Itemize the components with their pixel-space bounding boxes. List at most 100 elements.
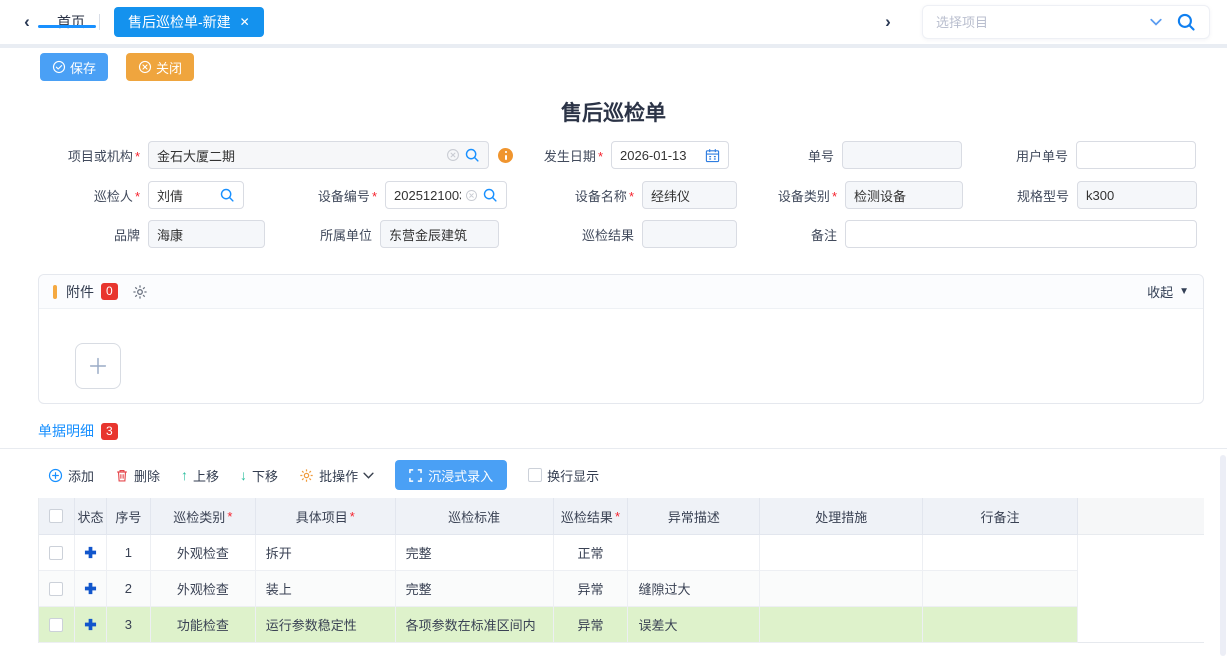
cell-seq[interactable]: 3	[107, 607, 151, 643]
remark-input[interactable]	[854, 227, 1188, 242]
clear-icon[interactable]	[465, 189, 478, 202]
close-button[interactable]: 关闭	[126, 53, 194, 81]
brand-input[interactable]	[157, 227, 256, 242]
inspect-result-input[interactable]	[651, 227, 728, 242]
forward-chevron-icon[interactable]: ›	[878, 12, 898, 32]
x-circle-icon	[138, 60, 152, 74]
info-icon[interactable]	[498, 148, 513, 163]
cell-category[interactable]: 功能检查	[151, 607, 256, 643]
cell-item[interactable]: 拆开	[256, 535, 396, 571]
attachments-header: 附件 0 收起 ▼	[39, 275, 1203, 309]
cell-category[interactable]: 外观检查	[151, 535, 256, 571]
spec-model-label: 规格型号	[963, 186, 1077, 205]
cell-measure[interactable]	[760, 607, 923, 643]
device-no-input[interactable]	[394, 188, 461, 203]
row-checkbox[interactable]	[49, 582, 63, 596]
save-button-label: 保存	[70, 58, 96, 77]
form-row-2: 巡检人* 设备编号* 设备名称* 设备类别* 规格型号	[38, 181, 1197, 209]
col-header-status: 状态	[75, 498, 107, 535]
wrap-display-checkbox[interactable]	[528, 468, 542, 482]
save-button[interactable]: 保存	[40, 53, 108, 81]
cell-abnormal[interactable]	[628, 535, 760, 571]
select-all-checkbox[interactable]	[49, 509, 63, 523]
cell-seq[interactable]: 1	[107, 535, 151, 571]
cell-item[interactable]: 运行参数稳定性	[256, 607, 396, 643]
cell-standard[interactable]: 完整	[396, 535, 554, 571]
detail-tab-bar	[0, 421, 1227, 449]
cell-abnormal[interactable]: 缝隙过大	[628, 571, 760, 607]
project-input[interactable]	[157, 148, 442, 163]
clear-icon[interactable]	[446, 148, 460, 162]
batch-operation-button[interactable]: 批操作	[299, 466, 374, 485]
arrow-up-icon: ↑	[181, 467, 188, 483]
vertical-scrollbar[interactable]	[1220, 455, 1226, 656]
cell-standard[interactable]: 各项参数在标准区间内	[396, 607, 554, 643]
project-search-input[interactable]	[936, 15, 1150, 30]
cell-result[interactable]: 正常	[554, 535, 629, 571]
occur-date-label: 发生日期*	[517, 146, 611, 165]
attachments-panel: 附件 0 收起 ▼	[38, 274, 1204, 404]
row-status-cell[interactable]	[75, 607, 107, 643]
back-chevron-icon[interactable]: ‹	[17, 12, 37, 32]
occur-date-input[interactable]	[620, 148, 701, 163]
row-checkbox[interactable]	[49, 618, 63, 632]
cell-measure[interactable]	[760, 535, 923, 571]
col-header-result: 巡检结果*	[554, 498, 629, 535]
cell-seq[interactable]: 2	[107, 571, 151, 607]
owner-unit-input[interactable]	[389, 227, 490, 242]
collapse-toggle[interactable]: 收起 ▼	[1147, 282, 1189, 301]
chevron-down-icon[interactable]	[1150, 18, 1162, 26]
add-attachment-button[interactable]	[75, 343, 121, 389]
cell-row-remark[interactable]	[923, 571, 1078, 607]
wrap-display-label: 换行显示	[547, 466, 599, 485]
close-button-label: 关闭	[156, 58, 182, 77]
calendar-icon[interactable]	[705, 148, 720, 163]
col-header-measure: 处理措施	[760, 498, 923, 535]
tab-close-icon[interactable]: ✕	[240, 15, 250, 29]
cell-result[interactable]: 异常	[554, 571, 629, 607]
gear-icon	[299, 468, 314, 483]
grid-filler-column	[1078, 498, 1204, 643]
cell-standard[interactable]: 完整	[396, 571, 554, 607]
cell-item[interactable]: 装上	[256, 571, 396, 607]
lookup-search-icon[interactable]	[464, 147, 480, 163]
tab-inspection-form-new[interactable]: 售后巡检单-新建 ✕	[114, 7, 264, 37]
chevron-down-icon	[363, 472, 374, 479]
lookup-search-icon[interactable]	[482, 187, 498, 203]
move-up-button[interactable]: ↑ 上移	[181, 466, 219, 485]
attachments-count-badge: 0	[101, 283, 118, 300]
lookup-search-icon[interactable]	[219, 187, 235, 203]
tab-home[interactable]: 首页	[57, 12, 85, 32]
tab-detail-lines[interactable]: 单据明细 3	[38, 421, 118, 441]
user-order-no-input[interactable]	[1085, 148, 1187, 163]
cell-row-remark[interactable]	[923, 607, 1078, 643]
col-header-seq: 序号	[107, 498, 151, 535]
inspector-input[interactable]	[157, 188, 215, 203]
move-down-button[interactable]: ↓ 下移	[240, 466, 278, 485]
cell-row-remark[interactable]	[923, 535, 1078, 571]
owner-unit-field	[380, 220, 499, 248]
table-row-highlighted: 3 功能检查 运行参数稳定性 各项参数在标准区间内 异常 误差大	[39, 607, 1078, 643]
spec-model-input[interactable]	[1086, 188, 1188, 203]
immersive-entry-button[interactable]: 沉浸式录入	[395, 460, 507, 490]
table-row: 1 外观检查 拆开 完整 正常	[39, 535, 1078, 571]
row-checkbox[interactable]	[49, 546, 63, 560]
search-icon[interactable]	[1176, 12, 1196, 32]
wrap-display-toggle[interactable]: 换行显示	[528, 466, 599, 485]
delete-row-button[interactable]: 删除	[115, 466, 160, 485]
cell-abnormal[interactable]: 误差大	[628, 607, 760, 643]
arrow-down-icon: ↓	[240, 467, 247, 483]
gear-icon[interactable]	[132, 284, 148, 300]
order-no-input[interactable]	[851, 148, 953, 163]
cell-measure[interactable]	[760, 571, 923, 607]
device-name-input[interactable]	[651, 188, 728, 203]
top-tab-bar: ‹ 首页 售后巡检单-新建 ✕ ›	[0, 0, 1227, 44]
row-status-cell[interactable]	[75, 571, 107, 607]
device-category-input[interactable]	[854, 188, 954, 203]
row-status-cell[interactable]	[75, 535, 107, 571]
cell-result[interactable]: 异常	[554, 607, 629, 643]
plus-icon	[87, 355, 109, 377]
cell-category[interactable]: 外观检查	[151, 571, 256, 607]
add-row-button[interactable]: 添加	[48, 466, 94, 485]
project-search-box	[922, 5, 1210, 39]
